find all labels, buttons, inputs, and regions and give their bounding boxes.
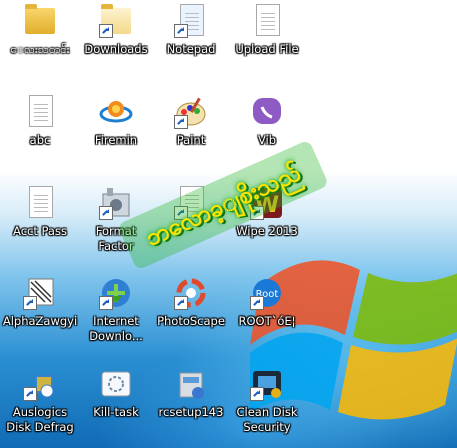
desktop-icon-rcsetup143[interactable]: rcsetup143 (153, 365, 229, 445)
notepad-icon (174, 4, 208, 38)
clean-disk-icon (250, 367, 284, 401)
desktop-icon-notepad[interactable]: Notepad (153, 2, 229, 82)
icon-label: Clean Disk Security (236, 405, 298, 434)
shortcut-arrow-icon (99, 206, 113, 220)
desktop-background: ေလးသတင်း Downloads Notepad Upload File a… (0, 0, 457, 448)
icon-label: Auslogics Disk Defrag (6, 405, 74, 434)
icon-label: ROOT`óE¦ (238, 314, 296, 328)
icon-label: Wipe 2013 (236, 224, 298, 238)
icon-label: Kill-task (93, 405, 139, 419)
desktop-icon-abc[interactable]: abc (2, 93, 78, 173)
icon-label: Downloads (84, 42, 148, 56)
desktop-icon-clean-disk-security[interactable]: Clean Disk Security (229, 365, 305, 445)
icon-label: ေလးသတင်း (10, 42, 70, 56)
desktop-icon-upload-file[interactable]: Upload File (229, 2, 305, 82)
desktop-icon-downloads[interactable]: Downloads (78, 2, 154, 82)
shortcut-arrow-icon (174, 296, 188, 310)
shortcut-arrow-icon (250, 387, 264, 401)
icon-label: PhotoScape (157, 314, 225, 328)
document-icon (23, 186, 57, 220)
icon-label: Acct Pass (13, 224, 67, 238)
document-icon (23, 95, 57, 129)
document-icon (250, 4, 284, 38)
desktop-icon-alphazawgyi[interactable]: AlphaZawgyi (2, 274, 78, 354)
icon-label: Notepad (166, 42, 216, 56)
desktop-icon-kill-task[interactable]: Kill-task (78, 365, 154, 445)
shortcut-arrow-icon (23, 296, 37, 310)
shortcut-arrow-icon (99, 296, 113, 310)
shortcut-arrow-icon (174, 24, 188, 38)
idm-icon (99, 276, 133, 310)
auslogics-icon (23, 367, 57, 401)
icon-label: Paint (176, 133, 206, 147)
root-icon: Root (250, 276, 284, 310)
format-factory-icon (99, 186, 133, 220)
shortcut-arrow-icon (23, 387, 37, 401)
desktop-icon-root[interactable]: Root ROOT`óE¦ (229, 274, 305, 354)
shortcut-arrow-icon (174, 115, 188, 129)
firemin-icon (99, 95, 133, 129)
icon-label: Internet Downlo... (89, 314, 143, 343)
installer-icon (174, 367, 208, 401)
desktop-icon-photoscape[interactable]: PhotoScape (153, 274, 229, 354)
kill-task-icon (99, 367, 133, 401)
icon-label: abc (29, 133, 51, 147)
alphazawgyi-icon (23, 276, 57, 310)
desktop-icon-internet-download-manager[interactable]: Internet Downlo... (78, 274, 154, 354)
desktop-icon-auslogics-disk-defrag[interactable]: Auslogics Disk Defrag (2, 365, 78, 445)
desktop-icon-paint[interactable]: Paint (153, 93, 229, 173)
shortcut-arrow-icon (250, 296, 264, 310)
icon-label: rcsetup143 (158, 405, 224, 419)
icon-label: Firemin (94, 133, 138, 147)
photoscape-icon (174, 276, 208, 310)
icon-label: AlphaZawgyi (2, 314, 78, 328)
folder-icon (23, 4, 57, 38)
shortcut-arrow-icon (99, 24, 113, 38)
downloads-folder-icon (99, 4, 133, 38)
icon-label: Upload File (235, 42, 299, 56)
desktop-icon-firemin[interactable]: Firemin (78, 93, 154, 173)
desktop-icon-acct-pass[interactable]: Acct Pass (2, 184, 78, 264)
paint-icon (174, 95, 208, 129)
viber-icon (250, 95, 284, 129)
desktop-icon-folder[interactable]: ေလးသတင်း (2, 2, 78, 82)
